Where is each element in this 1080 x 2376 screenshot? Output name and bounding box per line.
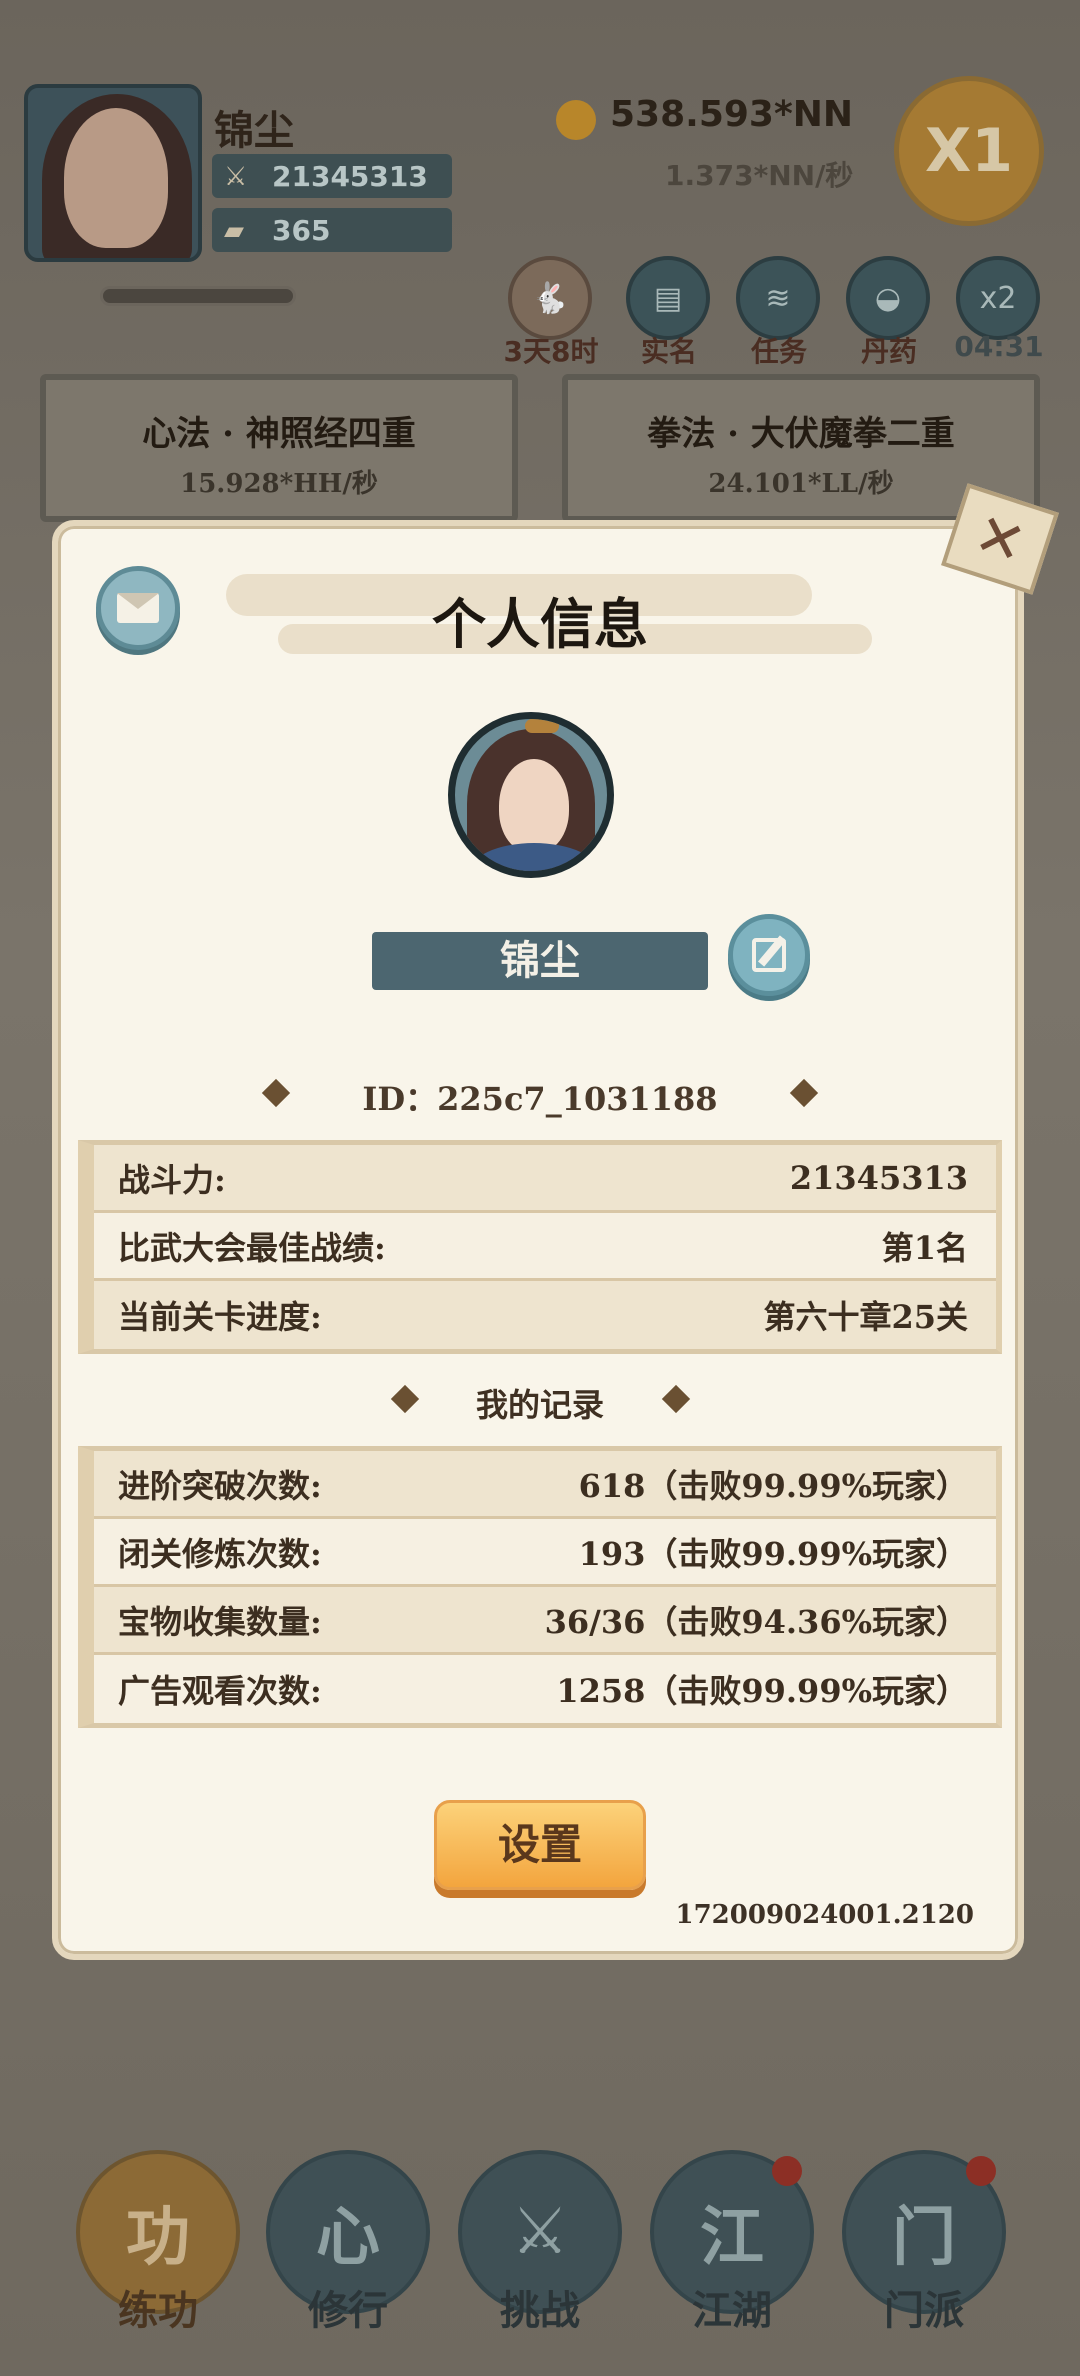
scroll-icon[interactable]: ≋: [736, 256, 820, 340]
record-label: 宝物收集数量:: [118, 1602, 322, 1641]
record-row: 闭关修炼次数: 193（击败99.99%玩家）: [94, 1519, 996, 1587]
record-row: 进阶突破次数: 618（击败99.99%玩家）: [94, 1451, 996, 1519]
gold-ingot-icon: ▰: [224, 216, 244, 246]
version-number: 172009024001.2120: [675, 1900, 974, 1930]
hud-label-quest: 任务: [750, 335, 807, 368]
record-label: 广告观看次数:: [118, 1672, 322, 1710]
record-row: 广告观看次数: 1258（击败99.99%玩家）: [94, 1655, 996, 1723]
record-value: 618（击败99.99%玩家）: [578, 1466, 968, 1505]
nav-label-challenge: 挑战: [500, 2288, 580, 2334]
top-hud: 锦尘 ⚔ 21345313 ▰ 365 538.593*NN 1.373*NN/…: [0, 0, 1080, 380]
record-value: 193（击败99.99%玩家）: [578, 1534, 968, 1573]
player-name-field: 锦尘: [372, 932, 708, 990]
stats-row: 比武大会最佳战绩: 第1名: [94, 1213, 996, 1281]
rabbit-event-icon[interactable]: 🐇: [508, 256, 592, 340]
record-value: 1258（击败99.99%玩家）: [556, 1672, 968, 1710]
bottom-nav: 功 练功 心 修行 ⚔ 挑战 江 江湖 门 门派: [0, 2130, 1080, 2376]
profile-portrait[interactable]: [448, 712, 614, 878]
event-timer: 3天8时: [503, 335, 599, 368]
player-name: 锦尘: [214, 108, 294, 154]
record-row: 宝物收集数量: 36/36（击败94.36%玩家）: [94, 1587, 996, 1655]
record-label: 闭关修炼次数:: [118, 1534, 322, 1573]
nav-label-train: 练功: [118, 2288, 198, 2334]
nav-label-jianghu: 江湖: [692, 2288, 772, 2334]
currency-amount: 538.593*NN: [610, 94, 854, 135]
combat-power-value: 21345313: [272, 159, 428, 193]
currency-rate: 1.373*NN/秒: [665, 159, 854, 192]
stats-value: 第六十章25关: [763, 1298, 968, 1336]
speed-multiplier-button[interactable]: X1: [894, 76, 1044, 226]
portrait-hairpin: [525, 719, 559, 733]
avatar-face: [64, 108, 168, 248]
gold-ingot-value: 365: [272, 213, 331, 247]
gate-icon: 门: [892, 2201, 956, 2275]
heart-glyph-icon: 心: [316, 2201, 380, 2275]
martial-stance-icon: 功: [126, 2201, 190, 2275]
notification-dot: [772, 2156, 802, 2186]
skill-title: 心法 · 神照经四重: [142, 414, 416, 454]
crossed-swords-icon: ⚔: [511, 2195, 569, 2269]
combat-power-pill: ⚔ 21345313: [212, 154, 452, 198]
hud-label-pills: 丹药: [860, 335, 917, 368]
stats-value: 第1名: [881, 1228, 968, 1267]
experience-bar: [100, 286, 296, 306]
hud-label-realname: 实名: [640, 335, 697, 368]
close-icon: ✕: [966, 499, 1034, 579]
stats-label: 战斗力:: [118, 1160, 226, 1199]
edit-name-button[interactable]: [728, 914, 810, 996]
stats-label: 比武大会最佳战绩:: [118, 1228, 386, 1267]
notification-dot: [966, 2156, 996, 2186]
modal-title: 个人信息: [432, 593, 648, 656]
pen-icon: [758, 935, 786, 967]
gold-ingot-pill: ▰ 365: [212, 208, 452, 252]
crossed-swords-icon: ⚔: [224, 162, 248, 192]
player-id: ID：225c7_1031188: [362, 1080, 718, 1118]
stats-label: 当前关卡进度:: [118, 1298, 322, 1336]
x2-icon[interactable]: x2: [956, 256, 1040, 340]
stats-row: 战斗力: 21345313: [94, 1145, 996, 1213]
coin-bag-icon: [556, 100, 596, 140]
portrait-face: [499, 759, 569, 853]
nav-label-sect: 门派: [884, 2288, 964, 2334]
mountain-icon: 江: [700, 2201, 764, 2275]
nav-label-cultivate: 修行: [308, 2288, 388, 2334]
player-avatar[interactable]: [24, 84, 202, 262]
stats-value: 21345313: [789, 1158, 968, 1197]
record-label: 进阶突破次数:: [118, 1466, 322, 1505]
stats-table: 战斗力: 21345313 比武大会最佳战绩: 第1名 当前关卡进度: 第六十章…: [78, 1140, 1002, 1354]
skill-title: 拳法 · 大伏魔拳二重: [647, 414, 955, 454]
records-table: 进阶突破次数: 618（击败99.99%玩家） 闭关修炼次数: 193（击败99…: [78, 1446, 1002, 1728]
cauldron-icon[interactable]: ◒: [846, 256, 930, 340]
skill-card-neigong[interactable]: 心法 · 神照经四重 15.928*HH/秒: [40, 374, 518, 522]
record-value: 36/36（击败94.36%玩家）: [544, 1602, 968, 1641]
edit-icon: [752, 935, 786, 972]
stats-row: 当前关卡进度: 第六十章25关: [94, 1281, 996, 1349]
records-title: 我的记录: [475, 1386, 604, 1424]
settings-button[interactable]: 设置: [434, 1800, 646, 1890]
skill-rate: 15.928*HH/秒: [180, 469, 378, 499]
id-card-icon[interactable]: ▤: [626, 256, 710, 340]
boost-timer: 04:31: [954, 330, 1044, 363]
